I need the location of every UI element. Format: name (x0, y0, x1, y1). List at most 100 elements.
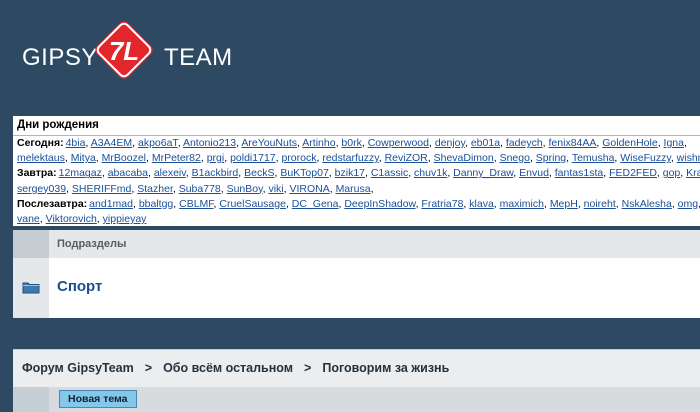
birthday-user-link[interactable]: MrBoozel (102, 152, 146, 164)
birthday-user-link[interactable]: bzik17 (335, 167, 365, 179)
birthday-line: Послезавтра: and1mad, bbaltgg, CBLMF, Cru… (17, 197, 700, 212)
birthday-user-link[interactable]: eb01a (471, 137, 500, 149)
birthday-user-link[interactable]: CBLMF (179, 198, 213, 210)
birthday-user-link[interactable]: Spring (536, 152, 566, 164)
birthdays-title: Дни рождения (17, 119, 99, 131)
breadcrumb-category[interactable]: Обо всём остальном (163, 361, 293, 375)
toolbar-gutter (13, 387, 49, 412)
birthday-user-link[interactable]: BeckS (244, 167, 274, 179)
breadcrumb-forum-home[interactable]: Форум GipsyTeam (22, 361, 134, 375)
subforums-table: Подразделы Спорт (13, 230, 700, 318)
birthday-user-link[interactable]: Igna (664, 137, 684, 149)
birthday-user-link[interactable]: alexeiv (154, 167, 186, 179)
breadcrumb-current[interactable]: Поговорим за жизнь (322, 361, 449, 375)
birthday-user-link[interactable]: Artinho (302, 137, 335, 149)
birthday-user-link[interactable]: Cowperwood (368, 137, 429, 149)
logo-mark-text: 7L (109, 36, 139, 66)
birthday-user-link[interactable]: MrPeter82 (152, 152, 201, 164)
birthday-user-link[interactable]: FED2FED (609, 167, 657, 179)
breadcrumb-separator: > (304, 361, 312, 375)
subforum-link-sport[interactable]: Спорт (57, 278, 102, 295)
birthday-user-link[interactable]: BuKTop07 (280, 167, 328, 179)
birthday-user-link[interactable]: GoldenHole (602, 137, 657, 149)
birthday-user-link[interactable]: prorock (281, 152, 316, 164)
birthdays-list: Сегодня: 4bia, A3A4EM, akpo6aT, Antonio21… (17, 136, 700, 226)
birthday-user-link[interactable]: abacaba (108, 167, 148, 179)
birthday-user-link[interactable]: Danny_Draw (453, 167, 513, 179)
birthday-user-link[interactable]: MepH (550, 198, 578, 210)
birthday-user-link[interactable]: Mitya (71, 152, 96, 164)
birthday-user-link[interactable]: Kra (686, 167, 700, 179)
birthday-user-link[interactable]: sergey039 (17, 183, 66, 195)
birthday-separator: , (683, 137, 687, 149)
birthday-user-link[interactable]: b0rk (341, 137, 361, 149)
birthday-user-link[interactable]: bbaltgg (139, 198, 173, 210)
birthday-user-link[interactable]: Suba778 (179, 183, 221, 195)
birthday-user-link[interactable]: A3A4EM (91, 137, 132, 149)
birthday-user-link[interactable]: fadeych (506, 137, 543, 149)
birthday-line: Сегодня: 4bia, A3A4EM, akpo6aT, Antonio21… (17, 136, 700, 151)
subforums-header: Подразделы (49, 230, 700, 259)
birthday-user-link[interactable]: 12magaz (59, 167, 102, 179)
birthdays-panel: Дни рождения Сегодня: 4bia, A3A4EM, akpo6… (13, 116, 700, 226)
birthday-user-link[interactable]: B1ackbird (192, 167, 239, 179)
breadcrumb-separator: > (144, 361, 153, 375)
birthday-separator: , (370, 182, 374, 195)
birthday-user-link[interactable]: C1assic (371, 167, 408, 179)
subforums-header-label: Подразделы (57, 238, 127, 250)
birthday-user-link[interactable]: redstarfuzzy (322, 152, 378, 164)
birthday-user-link[interactable]: Fratria78 (421, 198, 463, 210)
site-logo[interactable]: GIPSY 7L TEAM (22, 18, 232, 96)
birthday-user-link[interactable]: Envud (519, 167, 549, 179)
birthday-day-label: Послезавтра: (17, 197, 88, 210)
birthday-user-link[interactable]: ReviZOR (385, 152, 428, 164)
birthday-user-link[interactable]: ShevaDimon (434, 152, 494, 164)
birthday-user-link[interactable]: 4bia (66, 137, 86, 149)
birthday-user-link[interactable]: prgi (207, 152, 225, 164)
new-topic-button[interactable]: Новая тема (59, 390, 137, 408)
birthday-user-link[interactable]: Viktorovich (46, 213, 97, 225)
birthday-user-link[interactable]: Stazher (137, 183, 173, 195)
birthday-user-link[interactable]: VIRONA (289, 183, 329, 195)
birthday-user-link[interactable]: fenix84AA (549, 137, 597, 149)
birthday-user-link[interactable]: vane (17, 213, 40, 225)
birthday-user-link[interactable]: gop (663, 167, 681, 179)
birthday-user-link[interactable]: WiseFuzzy (620, 152, 671, 164)
topic-toolbar: Новая тема (13, 387, 700, 412)
birthday-user-link[interactable]: wishm (677, 152, 700, 164)
birthday-user-link[interactable]: and1mad (89, 198, 133, 210)
logo-word-team: TEAM (164, 44, 233, 71)
birthday-user-link[interactable]: DC_Gena (292, 198, 339, 210)
birthday-user-link[interactable]: denjoy (435, 137, 465, 149)
birthday-user-link[interactable]: yippieyay (103, 213, 147, 225)
birthday-user-link[interactable]: chuv1k (414, 167, 447, 179)
birthday-user-link[interactable]: noireht (584, 198, 616, 210)
folder-icon (22, 282, 40, 294)
birthday-user-link[interactable]: SunBoy (227, 183, 263, 195)
birthday-user-link[interactable]: klava (469, 198, 494, 210)
birthday-user-link[interactable]: AreYouNuts (241, 137, 297, 149)
birthday-line: melektaus, Mitya, MrBoozel, MrPeter82, p… (17, 151, 700, 166)
birthday-user-link[interactable]: omg (678, 198, 698, 210)
birthday-day-label: Сегодня: (17, 137, 64, 149)
logo-word-gipsy: GIPSY (22, 44, 98, 71)
birthday-user-link[interactable]: DeepInShadow (344, 198, 415, 210)
subforums-header-gutter (13, 230, 49, 258)
subforum-row: Спорт (49, 258, 700, 318)
birthday-user-link[interactable]: NskAlesha (622, 198, 672, 210)
birthday-user-link[interactable]: maximich (500, 198, 544, 210)
birthday-line: vane, Viktorovich, yippieyay (17, 212, 700, 226)
birthday-user-link[interactable]: Marusa (336, 183, 371, 195)
birthday-user-link[interactable]: Antonio213 (183, 137, 236, 149)
birthday-user-link[interactable]: viki (268, 183, 283, 195)
birthday-user-link[interactable]: Snego (500, 152, 530, 164)
birthday-user-link[interactable]: Temusha (572, 152, 615, 164)
birthday-user-link[interactable]: CruelSausage (219, 198, 286, 210)
breadcrumb: Форум GipsyTeam > Обо всём остальном > Погов… (13, 349, 700, 388)
birthday-user-link[interactable]: melektaus (17, 152, 65, 164)
birthday-user-link[interactable]: poldi1717 (230, 152, 276, 164)
birthday-user-link[interactable]: fantas1sta (555, 167, 603, 179)
logo-diamond-icon: 7L (95, 21, 153, 79)
birthday-user-link[interactable]: akpo6aT (138, 137, 178, 149)
birthday-user-link[interactable]: SHERIFFmd (72, 183, 132, 195)
